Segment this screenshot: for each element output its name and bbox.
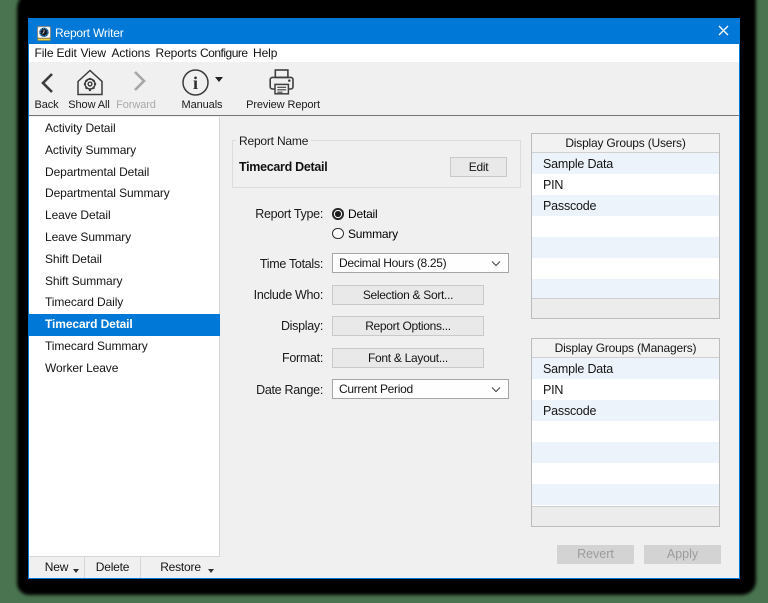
svg-text:i: i [193, 73, 198, 93]
